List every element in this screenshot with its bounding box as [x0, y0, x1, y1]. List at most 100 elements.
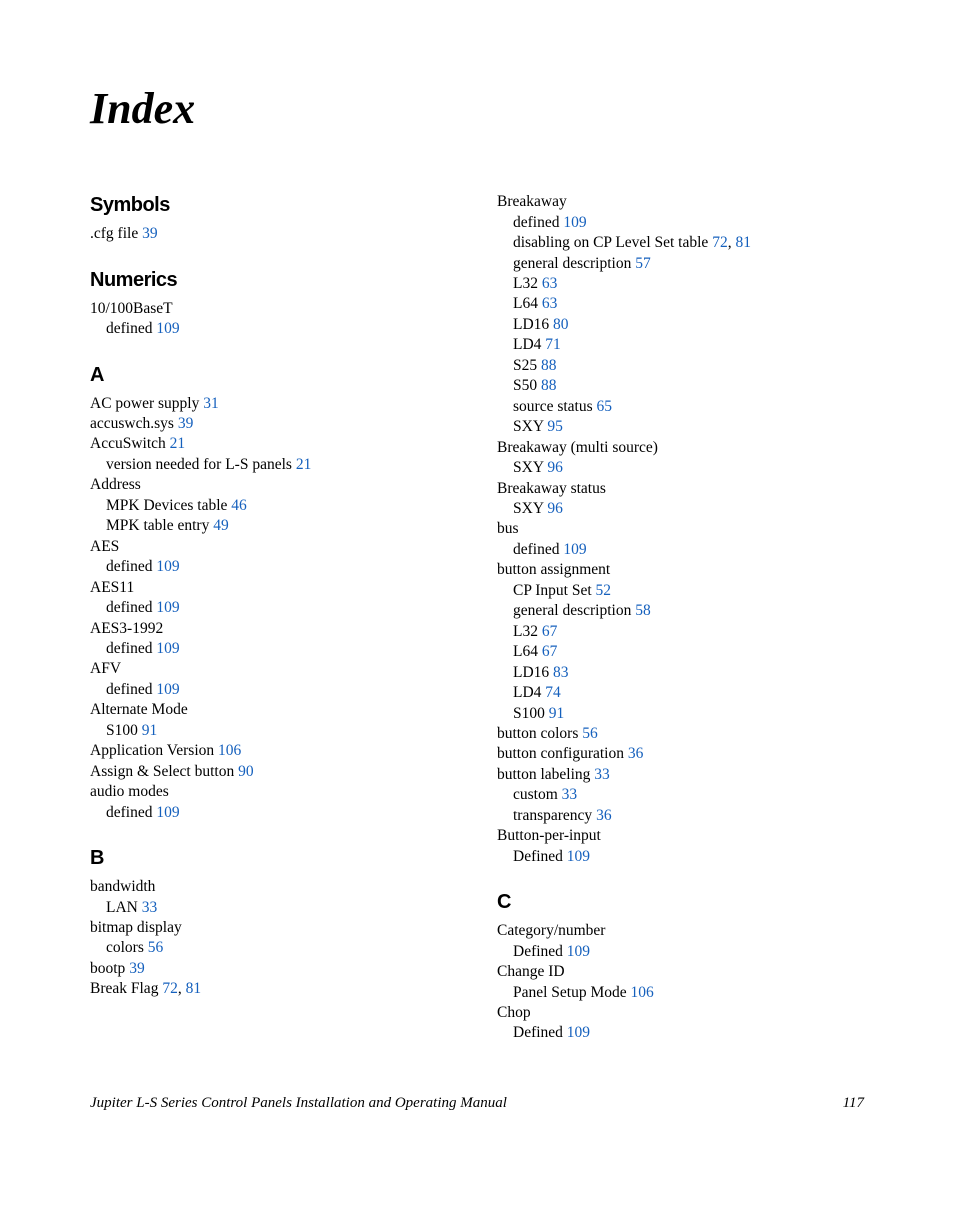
index-entry-text: defined: [106, 681, 152, 698]
index-entry-text: AES3-1992: [90, 620, 163, 637]
page-title: Index: [90, 80, 864, 137]
index-entry: LD4 71: [497, 335, 864, 355]
page-reference-link[interactable]: 109: [156, 804, 179, 821]
page-reference-link[interactable]: 39: [142, 225, 158, 242]
index-entry: AFV: [90, 659, 457, 679]
page-reference-link[interactable]: 63: [542, 295, 558, 312]
page-reference-link[interactable]: 109: [567, 943, 590, 960]
page-reference-link[interactable]: 95: [547, 418, 563, 435]
index-entry: defined 109: [90, 680, 457, 700]
page-reference-link[interactable]: 36: [596, 807, 612, 824]
page-reference-link[interactable]: 109: [156, 558, 179, 575]
page-reference-link[interactable]: 58: [635, 602, 651, 619]
index-entry-text: general description: [513, 255, 631, 272]
index-entry-text: AccuSwitch: [90, 435, 166, 452]
index-entry: SXY 95: [497, 417, 864, 437]
index-entry: disabling on CP Level Set table 72, 81: [497, 233, 864, 253]
page-reference-link[interactable]: 21: [170, 435, 186, 452]
index-entry: button assignment: [497, 560, 864, 580]
index-entry: defined 109: [90, 557, 457, 577]
page-reference-link[interactable]: 88: [541, 357, 557, 374]
index-entry: S100 91: [497, 704, 864, 724]
page-reference-link[interactable]: 36: [628, 745, 644, 762]
index-entry: L64 63: [497, 294, 864, 314]
index-entry: general description 58: [497, 601, 864, 621]
index-entry: MPK table entry 49: [90, 516, 457, 536]
page-reference-link[interactable]: 106: [631, 984, 654, 1001]
page-reference-link[interactable]: 33: [594, 766, 610, 783]
index-entry: SXY 96: [497, 499, 864, 519]
index-entry-text: defined: [513, 214, 559, 231]
page-reference-link[interactable]: 56: [582, 725, 598, 742]
page-reference-link[interactable]: 67: [542, 623, 558, 640]
page-reference-link[interactable]: 90: [238, 763, 254, 780]
page-reference-link[interactable]: 72: [162, 980, 178, 997]
page-reference-link[interactable]: 109: [567, 848, 590, 865]
index-entry-text: S100: [513, 705, 545, 722]
index-entry-text: .cfg file: [90, 225, 138, 242]
page-reference-link[interactable]: 56: [148, 939, 164, 956]
index-entry-text: general description: [513, 602, 631, 619]
page-reference-link[interactable]: 33: [562, 786, 578, 803]
page-reference-link[interactable]: 91: [142, 722, 158, 739]
page-reference-link[interactable]: 63: [542, 275, 558, 292]
index-entry: defined 109: [90, 598, 457, 618]
index-columns: Symbols.cfg file 39Numerics10/100BaseTde…: [90, 192, 864, 1044]
page-reference-link[interactable]: 109: [156, 640, 179, 657]
index-entry-text: Break Flag: [90, 980, 158, 997]
page-reference-link[interactable]: 39: [129, 960, 145, 977]
index-entry-text: LD4: [513, 336, 541, 353]
page-reference-link[interactable]: 57: [635, 255, 651, 272]
page-reference-link[interactable]: 72: [712, 234, 728, 251]
page-reference-link[interactable]: 109: [563, 214, 586, 231]
page-reference-link[interactable]: 109: [156, 320, 179, 337]
index-entry-text: defined: [106, 804, 152, 821]
page-reference-link[interactable]: 74: [545, 684, 561, 701]
page-reference-link[interactable]: 80: [553, 316, 569, 333]
index-entry-text: 10/100BaseT: [90, 300, 173, 317]
page-reference-link[interactable]: 81: [735, 234, 751, 251]
index-entry: Change ID: [497, 962, 864, 982]
index-entry: bitmap display: [90, 918, 457, 938]
page-reference-link[interactable]: 109: [563, 541, 586, 558]
index-entry: button labeling 33: [497, 765, 864, 785]
page-reference-link[interactable]: 106: [218, 742, 241, 759]
index-entry: LAN 33: [90, 898, 457, 918]
page-reference-link[interactable]: 33: [142, 899, 158, 916]
index-entry-text: defined: [106, 599, 152, 616]
index-entry: Breakaway: [497, 192, 864, 212]
page-reference-link[interactable]: 39: [178, 415, 194, 432]
page-reference-link[interactable]: 96: [547, 500, 563, 517]
page-reference-link[interactable]: 52: [596, 582, 612, 599]
index-entry: AES3-1992: [90, 619, 457, 639]
page-reference-link[interactable]: 49: [213, 517, 229, 534]
index-entry: MPK Devices table 46: [90, 496, 457, 516]
index-entry: 10/100BaseT: [90, 299, 457, 319]
page-reference-link[interactable]: 83: [553, 664, 569, 681]
page-reference-link[interactable]: 96: [547, 459, 563, 476]
index-entry-text: AES: [90, 538, 119, 555]
footer-book-title: Jupiter L-S Series Control Panels Instal…: [90, 1094, 507, 1114]
index-entry-text: defined: [106, 558, 152, 575]
page-reference-link[interactable]: 81: [186, 980, 202, 997]
page-reference-link[interactable]: 65: [597, 398, 613, 415]
index-entry: colors 56: [90, 938, 457, 958]
index-entry: audio modes: [90, 782, 457, 802]
page-reference-link[interactable]: 71: [545, 336, 561, 353]
page-reference-link[interactable]: 67: [542, 643, 558, 660]
index-entry: L32 63: [497, 274, 864, 294]
page-reference-link[interactable]: 46: [231, 497, 247, 514]
index-entry-text: SXY: [513, 418, 543, 435]
page-reference-link[interactable]: 109: [567, 1024, 590, 1041]
index-column: Symbols.cfg file 39Numerics10/100BaseTde…: [90, 192, 457, 1044]
page-reference-link[interactable]: 88: [541, 377, 557, 394]
index-entry: Breakaway status: [497, 479, 864, 499]
page-reference-link[interactable]: 109: [156, 599, 179, 616]
page-reference-link[interactable]: 21: [296, 456, 312, 473]
page-reference-link[interactable]: 31: [203, 395, 219, 412]
index-entry-text: transparency: [513, 807, 592, 824]
index-entry-text: L64: [513, 643, 538, 660]
page-reference-link[interactable]: 91: [549, 705, 565, 722]
page-reference-link[interactable]: 109: [156, 681, 179, 698]
index-entry: Category/number: [497, 921, 864, 941]
